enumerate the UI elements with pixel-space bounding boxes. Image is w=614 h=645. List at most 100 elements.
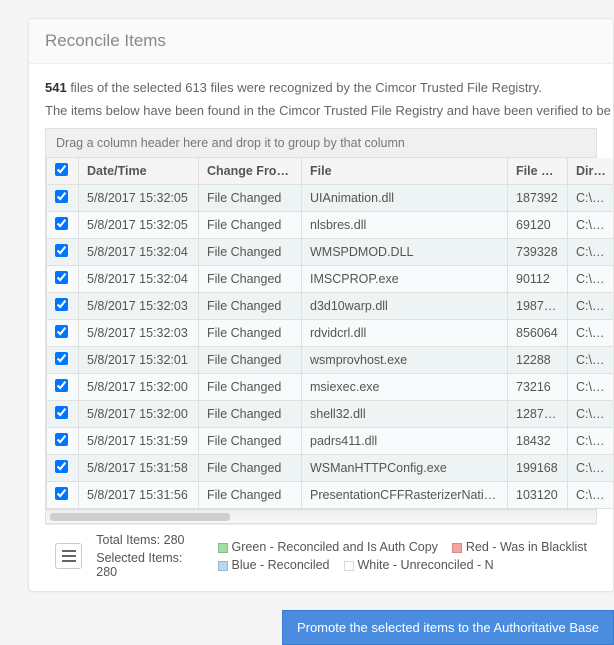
row-checkbox[interactable] <box>55 406 68 419</box>
cell-size: 73216 <box>508 374 568 401</box>
cell-file: padrs411.dll <box>302 428 508 455</box>
cell-directory: C:\Wind <box>568 428 614 455</box>
selected-items-label: Selected Items: 280 <box>96 551 203 579</box>
cell-datetime: 5/8/2017 15:32:01 <box>79 347 199 374</box>
cell-datetime: 5/8/2017 15:31:58 <box>79 455 199 482</box>
table-row[interactable]: 5/8/2017 15:32:03File Changedd3d10warp.d… <box>47 293 614 320</box>
cell-change: File Changed <box>199 347 302 374</box>
table-row[interactable]: 5/8/2017 15:32:00File Changedshell32.dll… <box>47 401 614 428</box>
recognized-count: 541 <box>45 80 67 95</box>
row-checkbox[interactable] <box>55 190 68 203</box>
cell-size: 12288 <box>508 347 568 374</box>
row-checkbox[interactable] <box>55 379 68 392</box>
select-all-header[interactable] <box>47 158 79 185</box>
horizontal-scrollbar[interactable] <box>46 509 596 523</box>
cell-datetime: 5/8/2017 15:32:00 <box>79 401 199 428</box>
col-directory[interactable]: Directo <box>568 158 614 185</box>
cell-directory: C:\Wind <box>568 239 614 266</box>
cell-directory: C:\Wind <box>568 185 614 212</box>
action-bar: Promote the selected items to the Author… <box>0 592 614 645</box>
cell-datetime: 5/8/2017 15:32:04 <box>79 266 199 293</box>
cell-change: File Changed <box>199 374 302 401</box>
intro-line-2: The items below have been found in the C… <box>45 103 597 118</box>
cell-datetime: 5/8/2017 15:32:05 <box>79 185 199 212</box>
cell-size: 187392 <box>508 185 568 212</box>
col-change[interactable]: Change From Previo... <box>199 158 302 185</box>
white-swatch-icon <box>344 561 354 571</box>
cell-datetime: 5/8/2017 15:31:56 <box>79 482 199 509</box>
row-checkbox[interactable] <box>55 271 68 284</box>
cell-file: WMSPDMOD.DLL <box>302 239 508 266</box>
cell-size: 1987584 <box>508 293 568 320</box>
row-checkbox[interactable] <box>55 244 68 257</box>
cell-size: 18432 <box>508 428 568 455</box>
cell-size: 199168 <box>508 455 568 482</box>
cell-change: File Changed <box>199 185 302 212</box>
cell-change: File Changed <box>199 428 302 455</box>
cell-change: File Changed <box>199 212 302 239</box>
promote-button[interactable]: Promote the selected items to the Author… <box>282 610 614 645</box>
total-items-label: Total Items: 280 <box>96 533 203 547</box>
table-row[interactable]: 5/8/2017 15:32:05File Changednlsbres.dll… <box>47 212 614 239</box>
cell-size: 12875776 <box>508 401 568 428</box>
cell-directory: C:\Wind <box>568 482 614 509</box>
grouping-drop-area[interactable]: Drag a column header here and drop it to… <box>45 128 597 158</box>
cell-file: UIAnimation.dll <box>302 185 508 212</box>
col-size[interactable]: File Size <box>508 158 568 185</box>
cell-change: File Changed <box>199 455 302 482</box>
cell-directory: C:\Wind <box>568 455 614 482</box>
row-checkbox[interactable] <box>55 460 68 473</box>
cell-change: File Changed <box>199 401 302 428</box>
blue-swatch-icon <box>218 561 228 571</box>
cell-size: 69120 <box>508 212 568 239</box>
green-swatch-icon <box>218 543 228 553</box>
row-checkbox[interactable] <box>55 433 68 446</box>
table-row[interactable]: 5/8/2017 15:32:03File Changedrdvidcrl.dl… <box>47 320 614 347</box>
cell-change: File Changed <box>199 266 302 293</box>
cell-directory: C:\Wind <box>568 293 614 320</box>
cell-directory: C:\Wind <box>568 320 614 347</box>
intro-line-1b: files were recognized by the Cimcor Trus… <box>207 80 542 95</box>
cell-file: rdvidcrl.dll <box>302 320 508 347</box>
red-swatch-icon <box>452 543 462 553</box>
grid-menu-button[interactable] <box>55 543 82 569</box>
table-row[interactable]: 5/8/2017 15:31:59File Changedpadrs411.dl… <box>47 428 614 455</box>
col-file[interactable]: File <box>302 158 508 185</box>
cell-directory: C:\Wind <box>568 347 614 374</box>
cell-directory: C:\Wind <box>568 401 614 428</box>
cell-datetime: 5/8/2017 15:31:59 <box>79 428 199 455</box>
cell-file: msiexec.exe <box>302 374 508 401</box>
table-row[interactable]: 5/8/2017 15:31:56File ChangedPresentatio… <box>47 482 614 509</box>
cell-size: 856064 <box>508 320 568 347</box>
select-all-checkbox[interactable] <box>55 163 68 176</box>
row-checkbox[interactable] <box>55 217 68 230</box>
legend-green: Green - Reconciled and Is Auth Copy <box>218 540 438 554</box>
cell-size: 90112 <box>508 266 568 293</box>
selected-of-count: 613 <box>185 80 207 95</box>
cell-change: File Changed <box>199 293 302 320</box>
cell-datetime: 5/8/2017 15:32:03 <box>79 293 199 320</box>
row-checkbox[interactable] <box>55 298 68 311</box>
cell-datetime: 5/8/2017 15:32:00 <box>79 374 199 401</box>
row-checkbox[interactable] <box>55 352 68 365</box>
cell-file: WSManHTTPConfig.exe <box>302 455 508 482</box>
cell-directory: C:\Wind <box>568 374 614 401</box>
table-row[interactable]: 5/8/2017 15:31:58File ChangedWSManHTTPCo… <box>47 455 614 482</box>
cell-size: 103120 <box>508 482 568 509</box>
table-row[interactable]: 5/8/2017 15:32:04File ChangedIMSCPROP.ex… <box>47 266 614 293</box>
file-grid: Date/Time Change From Previo... File Fil… <box>45 158 597 524</box>
reconcile-panel: Reconcile Items 541 files of the selecte… <box>28 18 614 592</box>
row-checkbox[interactable] <box>55 487 68 500</box>
grid-footer: Total Items: 280 Selected Items: 280 Gre… <box>45 524 597 581</box>
table-row[interactable]: 5/8/2017 15:32:05File ChangedUIAnimation… <box>47 185 614 212</box>
table-row[interactable]: 5/8/2017 15:32:00File Changedmsiexec.exe… <box>47 374 614 401</box>
panel-title: Reconcile Items <box>29 19 613 64</box>
cell-file: shell32.dll <box>302 401 508 428</box>
col-datetime[interactable]: Date/Time <box>79 158 199 185</box>
row-checkbox[interactable] <box>55 325 68 338</box>
cell-file: IMSCPROP.exe <box>302 266 508 293</box>
table-row[interactable]: 5/8/2017 15:32:04File ChangedWMSPDMOD.DL… <box>47 239 614 266</box>
table-row[interactable]: 5/8/2017 15:32:01File Changedwsmprovhost… <box>47 347 614 374</box>
cell-datetime: 5/8/2017 15:32:03 <box>79 320 199 347</box>
intro-line-1: 541 files of the selected 613 files were… <box>45 80 597 95</box>
